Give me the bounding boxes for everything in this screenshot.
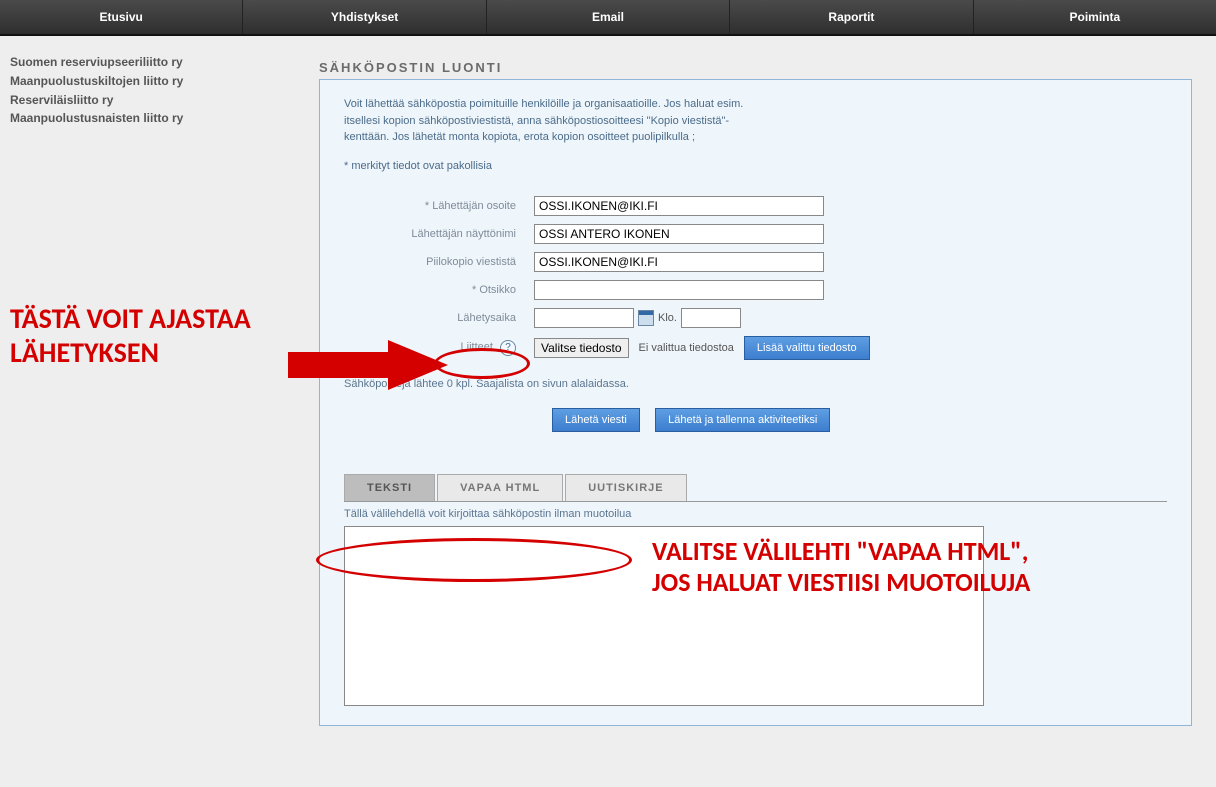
editor-tab-vapaa-html[interactable]: VAPAA HTML — [437, 474, 563, 501]
calendar-icon[interactable] — [638, 310, 654, 326]
top-nav: Etusivu Yhdistykset Email Raportit Poimi… — [0, 0, 1216, 36]
sidebar-org[interactable]: Reserviläisliitto ry — [10, 92, 265, 109]
sidebar-org[interactable]: Maanpuolustusnaisten liitto ry — [10, 110, 265, 127]
editor-tabs: TEKSTI VAPAA HTML UUTISKIRJE — [344, 474, 1167, 502]
nav-tab-email[interactable]: Email — [487, 0, 730, 34]
page-title: SÄHKÖPOSTIN LUONTI — [319, 60, 1192, 75]
attachments-label: Liitteet ? — [344, 340, 534, 356]
editor-tab-teksti[interactable]: TEKSTI — [344, 474, 435, 501]
display-name-input[interactable] — [534, 224, 824, 244]
subject-label: * Otsikko — [344, 284, 534, 296]
action-row: Lähetä viesti Lähetä ja tallenna aktivit… — [552, 408, 1167, 432]
bcc-input[interactable] — [534, 252, 824, 272]
email-form-box: Voit lähettää sähköpostia poimituille he… — [319, 79, 1192, 726]
sender-addr-input[interactable] — [534, 196, 824, 216]
no-file-text: Ei valittua tiedostoa — [639, 342, 734, 354]
choose-file-button[interactable]: Valitse tiedosto — [534, 338, 629, 358]
send-time-time-input[interactable] — [681, 308, 741, 328]
send-save-activity-button[interactable]: Lähetä ja tallenna aktiviteetiksi — [655, 408, 830, 432]
send-time-date-input[interactable] — [534, 308, 634, 328]
attach-label-text: Liitteet — [461, 341, 493, 353]
email-body-textarea[interactable] — [344, 526, 984, 706]
intro-text: Voit lähettää sähköpostia poimituille he… — [344, 96, 1167, 146]
bcc-label: Piilokopio viestistä — [344, 256, 534, 268]
main-content: SÄHKÖPOSTIN LUONTI Voit lähettää sähköpo… — [275, 36, 1216, 787]
intro-line: itsellesi kopion sähköpostiviestistä, an… — [344, 115, 729, 127]
send-button[interactable]: Lähetä viesti — [552, 408, 640, 432]
required-note: * merkityt tiedot ovat pakollisia — [344, 160, 1167, 172]
sidebar-org[interactable]: Maanpuolustuskiltojen liitto ry — [10, 73, 265, 90]
sidebar-org[interactable]: Suomen reserviupseeriliitto ry — [10, 54, 265, 71]
subject-input[interactable] — [534, 280, 824, 300]
sidebar: Suomen reserviupseeriliitto ry Maanpuolu… — [0, 36, 275, 787]
intro-line: Voit lähettää sähköpostia poimituille he… — [344, 98, 743, 110]
help-icon[interactable]: ? — [500, 340, 516, 356]
nav-tab-raportit[interactable]: Raportit — [730, 0, 973, 34]
editor-tab-uutiskirje[interactable]: UUTISKIRJE — [565, 474, 686, 501]
recipient-count-note: Sähköposteja lähtee 0 kpl. Saajalista on… — [344, 378, 1167, 390]
nav-tab-poiminta[interactable]: Poiminta — [974, 0, 1216, 34]
add-selected-file-button[interactable]: Lisää valittu tiedosto — [744, 336, 870, 360]
editor-tab-description: Tällä välilehdellä voit kirjoittaa sähkö… — [344, 508, 1167, 520]
nav-tab-yhdistykset[interactable]: Yhdistykset — [243, 0, 486, 34]
nav-tab-etusivu[interactable]: Etusivu — [0, 0, 243, 34]
intro-line: kenttään. Jos lähetät monta kopiota, ero… — [344, 131, 695, 143]
send-time-label: Lähetysaika — [344, 312, 534, 324]
sender-addr-label: * Lähettäjän osoite — [344, 200, 534, 212]
display-name-label: Lähettäjän näyttönimi — [344, 228, 534, 240]
klo-label: Klo. — [658, 312, 677, 324]
